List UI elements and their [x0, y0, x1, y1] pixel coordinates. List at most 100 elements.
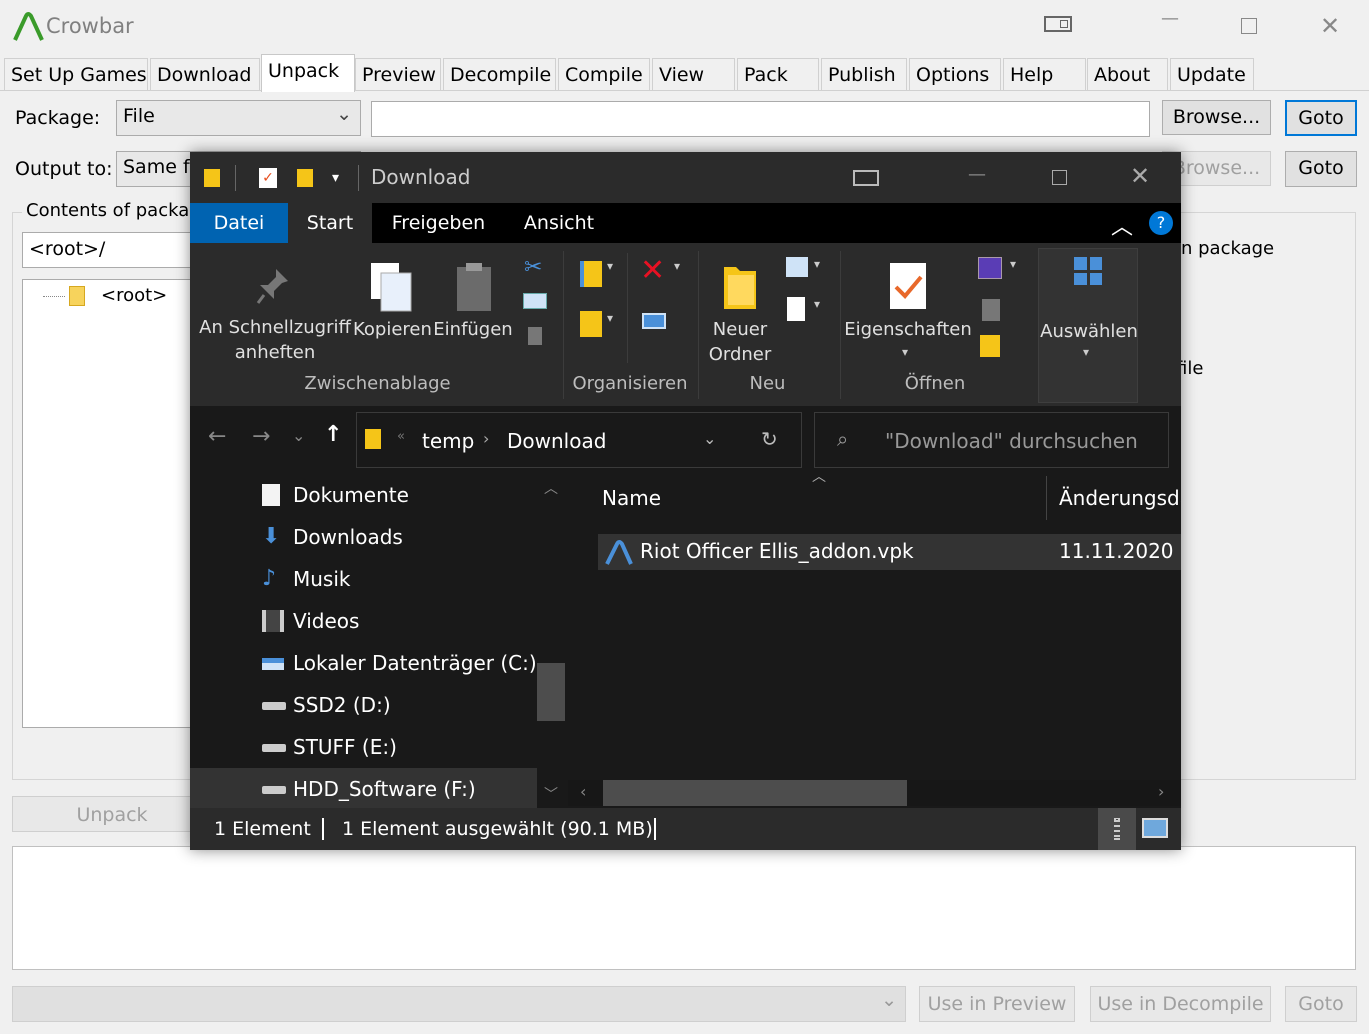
help-icon[interactable]: ?: [1149, 211, 1173, 235]
address-field[interactable]: « temp › Download ⌄ ↻: [356, 412, 802, 468]
details-view-icon[interactable]: [1098, 808, 1136, 850]
breadcrumb-temp[interactable]: temp: [422, 429, 474, 453]
scroll-thumb[interactable]: [537, 663, 565, 721]
maximize-button[interactable]: [1052, 170, 1067, 185]
scroll-right-icon[interactable]: ›: [1158, 782, 1164, 801]
dropdown-arrow-icon[interactable]: ▾: [674, 259, 680, 273]
use-in-decompile-button[interactable]: Use in Decompile: [1090, 986, 1271, 1022]
dropdown-arrow-icon[interactable]: ▾: [607, 259, 613, 273]
copy-button[interactable]: Kopieren: [353, 253, 432, 368]
nav-item-videos[interactable]: Videos: [190, 600, 537, 642]
copy-path-icon[interactable]: [523, 293, 547, 309]
paste-shortcut-icon[interactable]: [528, 327, 542, 345]
forward-arrow-icon[interactable]: →: [252, 424, 270, 449]
tab-update[interactable]: Update: [1170, 58, 1254, 90]
file-row[interactable]: Riot Officer Ellis_addon.vpk 11.11.2020 …: [598, 534, 1181, 570]
new-item-icon[interactable]: [786, 257, 808, 277]
nav-item-drive-f[interactable]: HDD_Software (F:): [190, 768, 537, 810]
search-box[interactable]: ⌕ "Download" durchsuchen: [814, 412, 1169, 468]
properties-check-icon[interactable]: ✓: [259, 168, 277, 188]
paste-button[interactable]: Einfügen: [433, 253, 513, 368]
tab-preview[interactable]: Preview: [355, 58, 441, 90]
easy-access-icon[interactable]: [787, 297, 805, 321]
refresh-icon[interactable]: ↻: [761, 427, 778, 451]
tab-view[interactable]: View: [652, 58, 735, 90]
nav-item-dokumente[interactable]: Dokumente: [190, 474, 537, 516]
address-history-icon[interactable]: ⌄: [703, 429, 716, 448]
nav-item-drive-c[interactable]: Lokaler Datenträger (C:): [190, 642, 537, 684]
package-path-field[interactable]: <root>/: [22, 232, 202, 268]
large-icons-view-icon[interactable]: [1142, 818, 1168, 838]
tab-download[interactable]: Download: [150, 58, 260, 90]
tab-help[interactable]: Help: [1003, 58, 1086, 90]
browse-package-button[interactable]: Browse...: [1162, 100, 1271, 135]
cut-icon[interactable]: ✂: [524, 255, 542, 280]
properties-button[interactable]: Eigenschaften ▾: [844, 253, 972, 368]
nav-item-musik[interactable]: ♪ Musik: [190, 558, 537, 600]
dropdown-arrow-icon[interactable]: ▾: [814, 297, 820, 311]
scroll-left-icon[interactable]: ‹: [580, 782, 586, 801]
breadcrumb-download[interactable]: Download: [507, 429, 606, 453]
rename-icon[interactable]: [642, 313, 666, 329]
close-button[interactable]: ✕: [1310, 12, 1350, 40]
horizontal-scrollbar[interactable]: ‹ ›: [568, 780, 1181, 806]
up-arrow-icon[interactable]: ↑: [324, 422, 342, 447]
minimize-button[interactable]: —: [968, 164, 986, 185]
history-icon[interactable]: [980, 335, 1000, 357]
back-arrow-icon[interactable]: ←: [208, 424, 226, 449]
select-button[interactable]: Auswählen ▾: [1038, 248, 1138, 403]
scroll-up-icon[interactable]: ︿: [544, 478, 558, 498]
ribbon-tab-datei[interactable]: Datei: [190, 203, 288, 243]
ribbon-tab-start[interactable]: Start: [288, 203, 372, 243]
tab-decompile[interactable]: Decompile: [443, 58, 556, 90]
dropdown-arrow-icon[interactable]: ▾: [607, 311, 613, 325]
goto-package-button[interactable]: Goto: [1285, 100, 1357, 136]
scroll-thumb[interactable]: [603, 780, 907, 806]
nav-item-downloads[interactable]: ⬇ Downloads: [190, 516, 537, 558]
maximize-button[interactable]: [1241, 18, 1257, 34]
ribbon-tab-ansicht[interactable]: Ansicht: [508, 203, 610, 243]
goto-bottom-button[interactable]: Goto: [1285, 986, 1357, 1022]
pin-quick-access-button[interactable]: An Schnellzugriff anheften: [199, 253, 351, 368]
dropdown-arrow-icon[interactable]: ▾: [814, 257, 820, 271]
column-header-date[interactable]: Änderungsdatum: [1059, 486, 1181, 510]
tab-pack[interactable]: Pack: [737, 58, 819, 90]
collapse-ribbon-icon[interactable]: ︿: [1111, 209, 1133, 241]
open-icon[interactable]: [978, 257, 1002, 279]
compact-mode-icon[interactable]: [853, 170, 879, 186]
move-to-icon[interactable]: [580, 261, 602, 287]
copy-to-icon[interactable]: [580, 311, 602, 337]
close-button[interactable]: ✕: [1130, 162, 1150, 190]
new-folder-button[interactable]: Neuer Ordner: [702, 253, 778, 368]
dropdown-arrow-icon[interactable]: ▾: [1010, 257, 1016, 271]
new-folder-quick-icon[interactable]: [297, 169, 313, 187]
recent-locations-icon[interactable]: ⌄: [292, 426, 305, 445]
tab-publish[interactable]: Publish: [821, 58, 907, 90]
tab-about[interactable]: About: [1087, 58, 1168, 90]
customize-quick-access-icon[interactable]: ▾: [332, 170, 339, 186]
tab-options[interactable]: Options: [909, 58, 1001, 90]
package-path-input[interactable]: [371, 101, 1150, 137]
tab-unpack[interactable]: Unpack: [261, 54, 355, 92]
nav-item-drive-e[interactable]: STUFF (E:): [190, 726, 537, 768]
ribbon-tab-freigeben[interactable]: Freigeben: [380, 203, 497, 243]
column-divider[interactable]: [1046, 476, 1047, 520]
folder-tree[interactable]: <root>: [22, 279, 202, 728]
unpack-button[interactable]: Unpack: [12, 796, 212, 832]
nav-scrollbar[interactable]: ︿ ﹀: [537, 472, 565, 808]
tab-compile[interactable]: Compile: [558, 58, 650, 90]
log-textbox[interactable]: [12, 846, 1356, 970]
tab-set-up-games[interactable]: Set Up Games: [4, 58, 148, 90]
scroll-down-icon[interactable]: ﹀: [544, 784, 558, 804]
tree-root-label[interactable]: <root>: [101, 285, 167, 306]
breadcrumb-overflow-icon[interactable]: «: [397, 429, 405, 444]
column-header-name[interactable]: Name: [602, 486, 661, 510]
compact-mode-icon[interactable]: [1044, 16, 1072, 32]
use-in-preview-button[interactable]: Use in Preview: [919, 986, 1075, 1022]
edit-icon[interactable]: [982, 299, 1000, 321]
output-history-select[interactable]: ⌄: [12, 986, 906, 1022]
package-type-select[interactable]: File ⌄: [116, 100, 361, 136]
goto-output-button[interactable]: Goto: [1285, 151, 1357, 187]
minimize-button[interactable]: —: [1150, 8, 1190, 29]
delete-icon[interactable]: ✕: [640, 253, 665, 288]
